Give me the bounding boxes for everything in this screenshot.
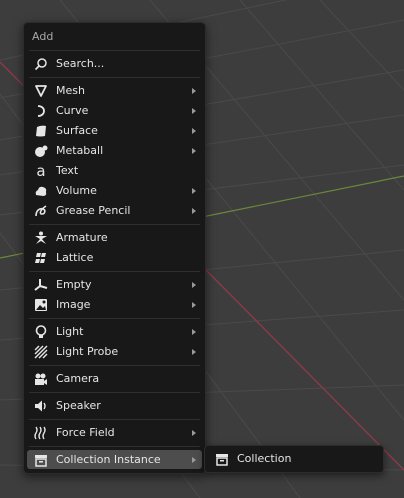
menu-item-label: Force Field <box>56 426 115 439</box>
metaball-icon <box>33 143 49 159</box>
menu-item-label: Text <box>56 164 79 177</box>
menu-item-label: Collection Instance <box>56 453 161 466</box>
submenu-item-label: Collection <box>237 452 292 465</box>
submenu-item-collection[interactable]: Collection <box>208 449 380 468</box>
camera-icon <box>33 371 49 387</box>
surface-icon <box>33 123 49 139</box>
menu-item-collection-instance[interactable]: Collection Instance <box>27 450 202 469</box>
menu-item-label: Volume <box>56 184 97 197</box>
menu-item-text[interactable]: a Text <box>27 161 202 180</box>
menu-separator <box>29 365 200 366</box>
text-icon: a <box>33 163 49 179</box>
menu-item-label: Search... <box>56 57 105 70</box>
submenu-arrow-icon <box>192 187 196 194</box>
submenu-arrow-icon <box>192 429 196 436</box>
menu-item-label: Lattice <box>56 251 94 264</box>
menu-item-label: Speaker <box>56 399 101 412</box>
menu-item-light-probe[interactable]: Light Probe <box>27 342 202 361</box>
menu-item-mesh[interactable]: Mesh <box>27 81 202 100</box>
light-icon <box>33 324 49 340</box>
lattice-icon <box>33 250 49 266</box>
menu-separator <box>29 419 200 420</box>
curve-icon <box>33 103 49 119</box>
add-menu: Add Search... Mesh Curve Surface Metabal… <box>23 22 206 474</box>
menu-item-camera[interactable]: Camera <box>27 369 202 388</box>
menu-item-curve[interactable]: Curve <box>27 101 202 120</box>
menu-item-image[interactable]: Image <box>27 295 202 314</box>
submenu-arrow-icon <box>192 127 196 134</box>
collection-icon <box>33 452 49 468</box>
menu-separator <box>29 77 200 78</box>
empty-icon <box>33 277 49 293</box>
menu-item-light[interactable]: Light <box>27 322 202 341</box>
menu-separator <box>29 446 200 447</box>
menu-item-force-field[interactable]: Force Field <box>27 423 202 442</box>
menu-title: Add <box>32 30 54 43</box>
menu-item-lattice[interactable]: Lattice <box>27 248 202 267</box>
search-icon <box>33 56 49 72</box>
submenu-arrow-icon <box>192 107 196 114</box>
light-probe-icon <box>33 344 49 360</box>
submenu-arrow-icon <box>192 147 196 154</box>
svg-text:a: a <box>36 164 45 178</box>
submenu-arrow-icon <box>192 328 196 335</box>
menu-item-empty[interactable]: Empty <box>27 275 202 294</box>
menu-item-label: Armature <box>56 231 108 244</box>
menu-separator <box>29 271 200 272</box>
submenu-arrow-icon <box>192 87 196 94</box>
menu-item-label: Light <box>56 325 84 338</box>
menu-separator <box>29 392 200 393</box>
menu-item-label: Image <box>56 298 91 311</box>
menu-item-label: Grease Pencil <box>56 204 131 217</box>
force-field-icon <box>33 425 49 441</box>
menu-item-label: Camera <box>56 372 100 385</box>
volume-icon <box>33 183 49 199</box>
menu-separator <box>29 50 200 51</box>
submenu-arrow-icon <box>192 456 196 463</box>
menu-item-metaball[interactable]: Metaball <box>27 141 202 160</box>
menu-item-volume[interactable]: Volume <box>27 181 202 200</box>
menu-item-search[interactable]: Search... <box>27 54 202 73</box>
grease-pencil-icon <box>33 203 49 219</box>
menu-item-label: Empty <box>56 278 92 291</box>
menu-item-grease-pencil[interactable]: Grease Pencil <box>27 201 202 220</box>
submenu-arrow-icon <box>192 207 196 214</box>
submenu-arrow-icon <box>192 281 196 288</box>
menu-item-label: Mesh <box>56 84 85 97</box>
menu-separator <box>29 318 200 319</box>
speaker-icon <box>33 398 49 414</box>
menu-item-label: Metaball <box>56 144 104 157</box>
menu-item-surface[interactable]: Surface <box>27 121 202 140</box>
menu-item-label: Surface <box>56 124 98 137</box>
menu-separator <box>29 224 200 225</box>
submenu-arrow-icon <box>192 301 196 308</box>
menu-item-armature[interactable]: Armature <box>27 228 202 247</box>
menu-item-speaker[interactable]: Speaker <box>27 396 202 415</box>
armature-icon <box>33 230 49 246</box>
menu-item-label: Light Probe <box>56 345 119 358</box>
mesh-icon <box>33 83 49 99</box>
menu-item-label: Curve <box>56 104 89 117</box>
submenu-arrow-icon <box>192 348 196 355</box>
collection-instance-submenu: Collection <box>204 445 384 473</box>
image-icon <box>33 297 49 313</box>
collection-icon <box>214 451 230 467</box>
